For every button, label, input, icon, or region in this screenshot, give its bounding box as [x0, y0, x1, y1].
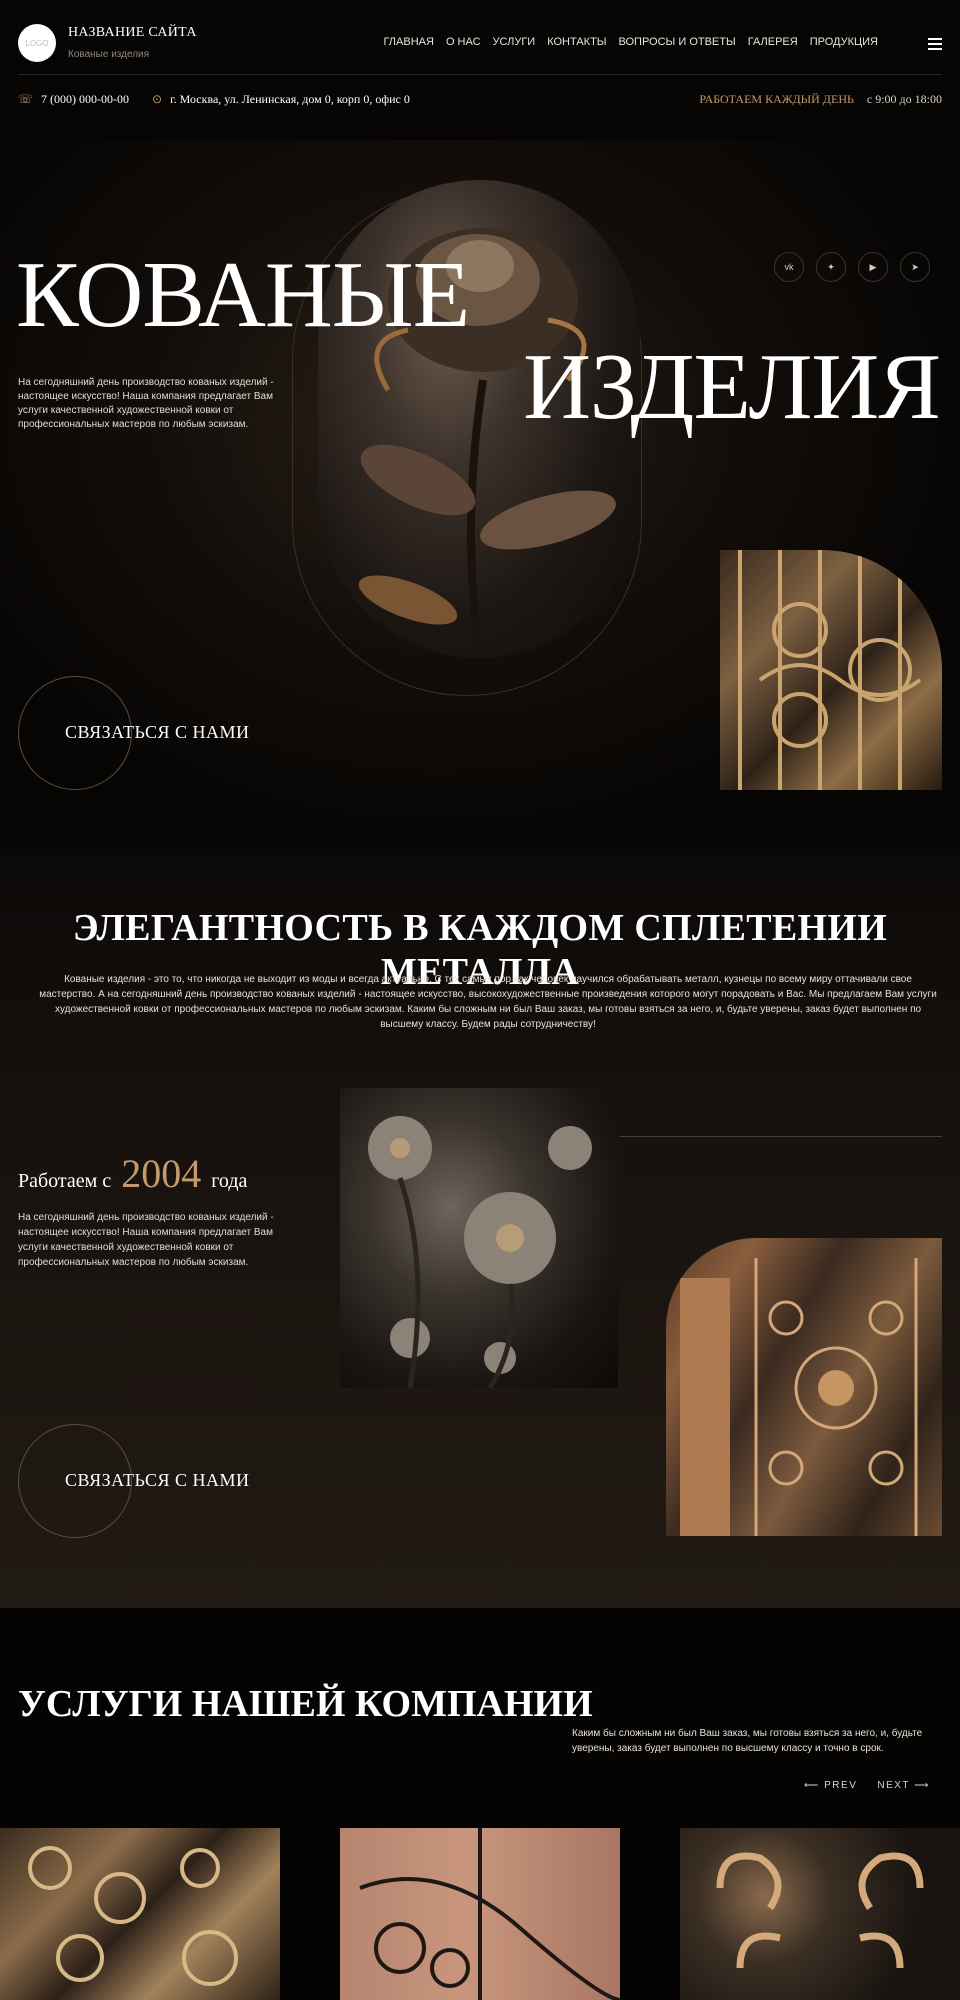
youtube-icon[interactable]: ▶	[858, 252, 888, 282]
hero-title-line1: КОВАНЫЕ	[16, 243, 470, 347]
services-description: Каким бы сложным ни был Ваш заказ, мы го…	[572, 1728, 923, 1754]
about-section: ЭЛЕГАНТНОСТЬ В КАЖДОМ СПЛЕТЕНИИ МЕТАЛЛА …	[0, 848, 960, 1608]
work-time: с 9:00 до 18:00	[866, 92, 942, 106]
forged-flowers-image	[340, 1088, 618, 1388]
service-card-3[interactable]	[680, 1828, 960, 2000]
arrow-left-icon: ⟵	[804, 1780, 825, 1791]
forged-gate-image	[720, 550, 942, 790]
work-days: РАБОТАЕМ КАЖДЫЙ ДЕНЬ	[699, 92, 854, 106]
prev-button[interactable]: ⟵ PREV	[804, 1780, 857, 1791]
twitter-icon[interactable]: ✦	[816, 252, 846, 282]
site-subtitle: Кованые изделия	[68, 49, 150, 60]
nav-services[interactable]: УСЛУГИ	[493, 36, 536, 48]
social-links: vk ✦ ▶ ➤	[774, 252, 930, 282]
address-text: г. Москва, ул. Ленинская, дом 0, корп 0,…	[170, 92, 410, 106]
header-divider	[18, 74, 942, 75]
contact-cta-button[interactable]: СВЯЗАТЬСЯ С НАМИ	[65, 722, 249, 743]
since-heading: Работаем с 2004 года	[18, 1150, 247, 1197]
main-nav: ГЛАВНАЯ О НАС УСЛУГИ КОНТАКТЫ ВОПРОСЫ И …	[383, 36, 878, 48]
service-card-2[interactable]	[340, 1828, 620, 2000]
since-prefix: Работаем с	[18, 1170, 112, 1192]
since-year: 2004	[121, 1151, 202, 1196]
forged-door-image	[666, 1238, 942, 1536]
nav-contacts[interactable]: КОНТАКТЫ	[547, 36, 606, 48]
logo[interactable]: LOGO	[18, 24, 56, 62]
nav-about[interactable]: О НАС	[446, 36, 481, 48]
service-card-1[interactable]	[0, 1828, 280, 2000]
hero-section: КОВАНЫЕ ИЗДЕЛИЯ На сегодняшний день прои…	[0, 140, 960, 840]
slider-pager: ⟵ PREV NEXT ⟶	[804, 1780, 930, 1791]
vk-icon[interactable]: vk	[774, 252, 804, 282]
work-hours: РАБОТАЕМ КАЖДЫЙ ДЕНЬ с 9:00 до 18:00	[699, 92, 942, 107]
contact-cta-button-2[interactable]: СВЯЗАТЬСЯ С НАМИ	[65, 1470, 249, 1491]
services-section: УСЛУГИ НАШЕЙ КОМПАНИИ Каким бы сложным н…	[0, 1608, 960, 2000]
about-description: Кованые изделия - это то, что никогда не…	[39, 974, 937, 1030]
next-button[interactable]: NEXT ⟶	[877, 1780, 930, 1791]
menu-icon[interactable]	[928, 38, 942, 50]
arrow-right-icon: ⟶	[909, 1780, 930, 1791]
nav-gallery[interactable]: ГАЛЕРЕЯ	[748, 36, 798, 48]
phone-icon: ☏	[18, 92, 34, 106]
nav-home[interactable]: ГЛАВНАЯ	[383, 36, 433, 48]
site-name[interactable]: НАЗВАНИЕ САЙТА	[68, 25, 197, 41]
decorative-line	[620, 1136, 942, 1137]
since-description: На сегодняшний день производство кованых…	[18, 1212, 274, 1268]
phone-number[interactable]: 7 (000) 000-00-00	[41, 92, 129, 107]
phone-contact[interactable]: ☏ 7 (000) 000-00-00	[18, 92, 129, 107]
address-contact: ⊙ г. Москва, ул. Ленинская, дом 0, корп …	[152, 92, 410, 107]
hero-description: На сегодняшний день производство кованых…	[18, 377, 274, 430]
location-pin-icon: ⊙	[152, 92, 163, 106]
since-suffix: года	[211, 1170, 248, 1192]
site-header: LOGO НАЗВАНИЕ САЙТА Кованые изделия ГЛАВ…	[0, 0, 960, 140]
nav-faq[interactable]: ВОПРОСЫ И ОТВЕТЫ	[619, 36, 736, 48]
hero-title-line2: ИЗДЕЛИЯ	[523, 335, 941, 439]
telegram-icon[interactable]: ➤	[900, 252, 930, 282]
services-title: УСЛУГИ НАШЕЙ КОМПАНИИ	[18, 1683, 593, 1725]
nav-products[interactable]: ПРОДУКЦИЯ	[810, 36, 878, 48]
